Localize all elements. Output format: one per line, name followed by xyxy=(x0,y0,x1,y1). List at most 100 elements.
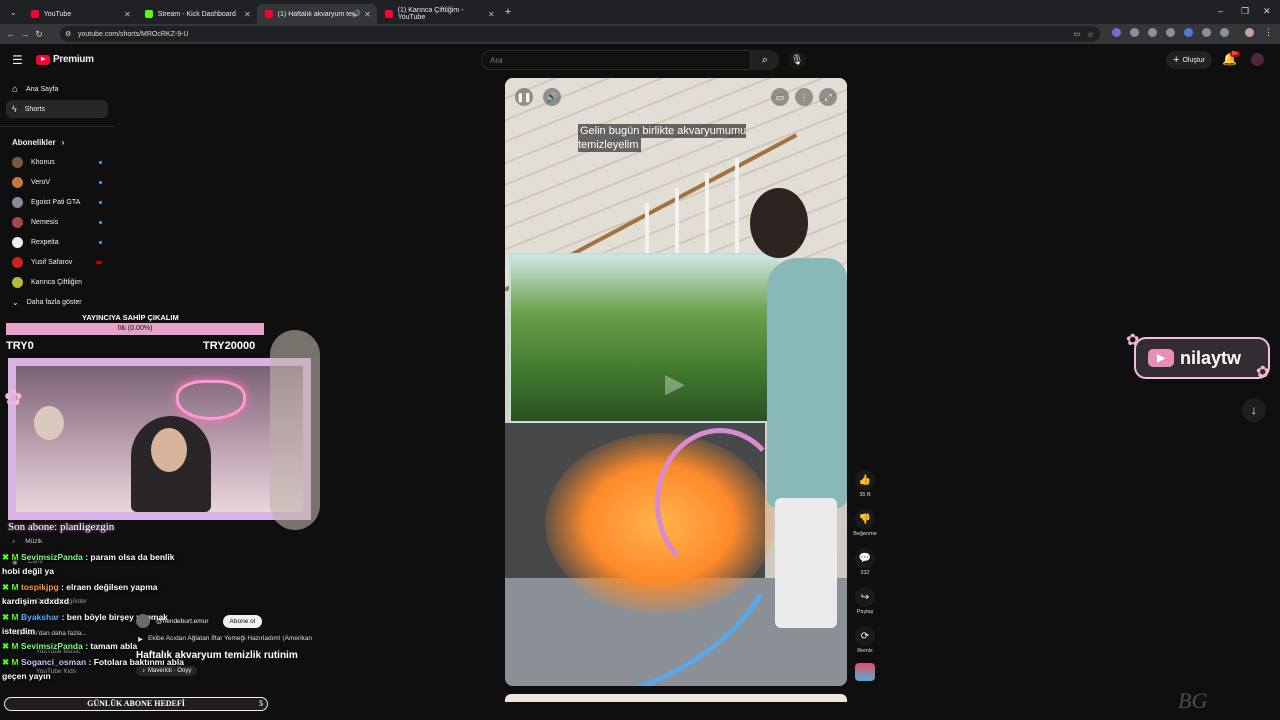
channel-row: @hendeburt.emur Abone ol xyxy=(136,614,263,628)
search-input[interactable]: Ara xyxy=(481,50,751,70)
create-button[interactable]: + Oluştur xyxy=(1166,51,1212,69)
related-title: Ekibe Acıdan Ağlatan İftar Yemeği Hazırl… xyxy=(148,635,313,642)
sidebar-item-home[interactable]: ⌂ Ana Sayfa xyxy=(6,80,108,98)
volume-button[interactable]: 🔊 xyxy=(543,88,561,106)
kick-badge-icon: ✖ M xyxy=(2,552,19,562)
channel-avatar xyxy=(12,216,23,228)
voice-search-button[interactable]: 🎙 xyxy=(788,51,806,69)
browser-tab-strip: ⌄ YouTube ✕ Stream - Kick Dashboard ✕ (1… xyxy=(0,0,1280,24)
video-scene-person-body xyxy=(767,258,847,508)
new-content-dot xyxy=(99,160,102,164)
music-note-icon: ♪ xyxy=(12,538,16,545)
new-content-dot xyxy=(99,180,102,184)
sidebar-sub-yusif[interactable]: Yusif Safarov xyxy=(6,253,108,271)
browser-tab-3[interactable]: (1) Haftalık akvaryum temiz... 🔊 ✕ xyxy=(256,4,377,24)
maximize-icon[interactable]: ❐ xyxy=(1241,6,1249,17)
new-tab-icon[interactable]: + xyxy=(501,6,511,18)
subscribe-button[interactable]: Abone ol xyxy=(222,614,263,628)
new-content-dot xyxy=(99,200,102,204)
thumbs-down-icon: 👎 xyxy=(855,509,875,529)
sidebar-sub-rexpeita[interactable]: Rexpeita xyxy=(6,233,108,251)
close-tab-icon[interactable]: ✕ xyxy=(244,10,251,19)
webcam-frame xyxy=(8,358,311,520)
sidebar-toggle-icon[interactable] xyxy=(1220,28,1229,37)
extensions-puzzle-icon[interactable] xyxy=(1202,28,1211,37)
sidebar-sub-khonus[interactable]: Khonus xyxy=(6,153,108,171)
extension-icon[interactable] xyxy=(1166,28,1175,37)
fullscreen-icon[interactable]: ⤢ xyxy=(819,88,837,106)
sidebar-sub-nemesis[interactable]: Nemesis xyxy=(6,213,108,231)
youtube-logo[interactable]: Premium xyxy=(36,54,94,65)
next-video-button[interactable]: ↓ xyxy=(1242,398,1266,422)
donation-goal-bar: 0₺ (0.00%) xyxy=(6,323,264,335)
channel-avatar[interactable] xyxy=(136,614,150,628)
browser-menu-icon[interactable]: ⋮ xyxy=(1264,27,1273,38)
browser-tab-2[interactable]: Stream - Kick Dashboard ✕ xyxy=(137,4,257,24)
close-tab-icon[interactable]: ✕ xyxy=(488,10,495,19)
reload-icon[interactable]: ↻ xyxy=(32,29,46,40)
music-chip[interactable]: ♪ Maverick · Ooyy xyxy=(136,666,198,676)
comments-button[interactable]: 💬 332 xyxy=(852,548,878,576)
sound-thumbnail[interactable] xyxy=(855,663,875,681)
shorts-video-player[interactable]: ▶ ❚❚ 🔊 ▭ ⋮ ⤢ xyxy=(505,78,847,686)
close-tab-icon[interactable]: ✕ xyxy=(364,10,371,19)
dislike-label: Beğenme xyxy=(853,531,877,537)
video-scene-person-legs xyxy=(775,498,837,628)
captions-button[interactable]: ▭ xyxy=(771,88,789,106)
extension-icon[interactable] xyxy=(1112,28,1121,37)
forward-icon[interactable]: → xyxy=(18,29,32,39)
sidebar-item-music[interactable]: ♪ Müzik xyxy=(12,538,42,545)
extension-icon[interactable] xyxy=(1130,28,1139,37)
music-note-icon: ♪ xyxy=(142,668,145,674)
sidebar-sub-egoist[interactable]: Egoist Pati GTA xyxy=(6,193,108,211)
audio-playing-icon[interactable]: 🔊 xyxy=(352,10,361,18)
remix-button[interactable]: ⟳ Remix xyxy=(852,626,878,654)
kick-favicon-icon xyxy=(144,10,153,18)
extension-icon[interactable] xyxy=(1148,28,1157,37)
hamburger-menu-icon[interactable]: ☰ xyxy=(12,53,23,67)
url-bar[interactable]: ⚙ youtube.com/shorts/MROcRKZ-9-U ▭ ☆ xyxy=(60,26,1100,42)
last-subscriber: Son abone: planligezgin xyxy=(8,521,115,533)
thumbs-up-icon: 👍 xyxy=(855,470,875,490)
dislike-button[interactable]: 👎 Beğenme xyxy=(852,509,878,537)
like-button[interactable]: 👍 35 B xyxy=(852,470,878,498)
back-icon[interactable]: ← xyxy=(4,29,18,39)
browser-tab-1[interactable]: YouTube ✕ xyxy=(23,4,137,24)
chevron-down-icon: ⌄ xyxy=(12,297,19,307)
extension-icon[interactable] xyxy=(1184,28,1193,37)
install-icon[interactable]: ▭ xyxy=(1073,30,1080,38)
mic-icon: 🎙 xyxy=(790,54,804,66)
bookmark-star-icon[interactable]: ☆ xyxy=(1087,30,1094,39)
show-more-button[interactable]: ⌄ Daha fazla göster xyxy=(6,293,108,311)
sidebar-item-shorts[interactable]: ϟ Shorts xyxy=(6,100,108,118)
browser-tab-4[interactable]: (1) Karınca Çiftliğim - YouTube ✕ xyxy=(377,4,501,24)
daily-sub-goal-bar: GÜNLÜK ABONE HEDEFİ 5 xyxy=(4,697,268,711)
sidebar-sub-verov[interactable]: VeroV xyxy=(6,173,108,191)
share-icon: ↪ xyxy=(855,587,875,607)
profile-avatar-icon[interactable] xyxy=(1245,28,1254,37)
sidebar-item-label: Yusif Safarov xyxy=(31,258,73,266)
tab-search-icon[interactable]: ⌄ xyxy=(4,8,23,17)
close-tab-icon[interactable]: ✕ xyxy=(124,10,131,19)
close-window-icon[interactable]: ✕ xyxy=(1263,6,1271,17)
goal-min: TRY0 xyxy=(6,340,34,352)
channel-avatar xyxy=(12,256,23,268)
video-caption: Gelin bugün birlikte akvaryumumu temizle… xyxy=(578,124,758,152)
search-button[interactable]: ⌕ xyxy=(751,50,779,70)
remix-icon: ⟳ xyxy=(855,626,875,646)
share-button[interactable]: ↪ Paylaş xyxy=(852,587,878,615)
channel-avatar xyxy=(12,276,23,288)
video-scene-person-head xyxy=(750,188,808,258)
related-video-link[interactable]: ▶ Ekibe Acıdan Ağlatan İftar Yemeği Hazır… xyxy=(138,635,312,643)
site-info-icon[interactable]: ⚙ xyxy=(65,30,71,38)
minimize-icon[interactable]: – xyxy=(1218,6,1223,16)
more-options-icon[interactable]: ⋮ xyxy=(795,88,813,106)
channel-handle[interactable]: @hendeburt.emur xyxy=(156,618,209,625)
account-avatar[interactable] xyxy=(1251,53,1264,66)
youtube-favicon-icon xyxy=(30,10,39,18)
sidebar-sub-karinca[interactable]: Karınca Çiftliğim xyxy=(6,273,108,291)
watermark-logo: BG xyxy=(1178,688,1208,713)
subscriptions-header[interactable]: Abonelikler › xyxy=(12,138,64,147)
next-short-preview[interactable] xyxy=(505,694,847,702)
pause-button[interactable]: ❚❚ xyxy=(515,88,533,106)
